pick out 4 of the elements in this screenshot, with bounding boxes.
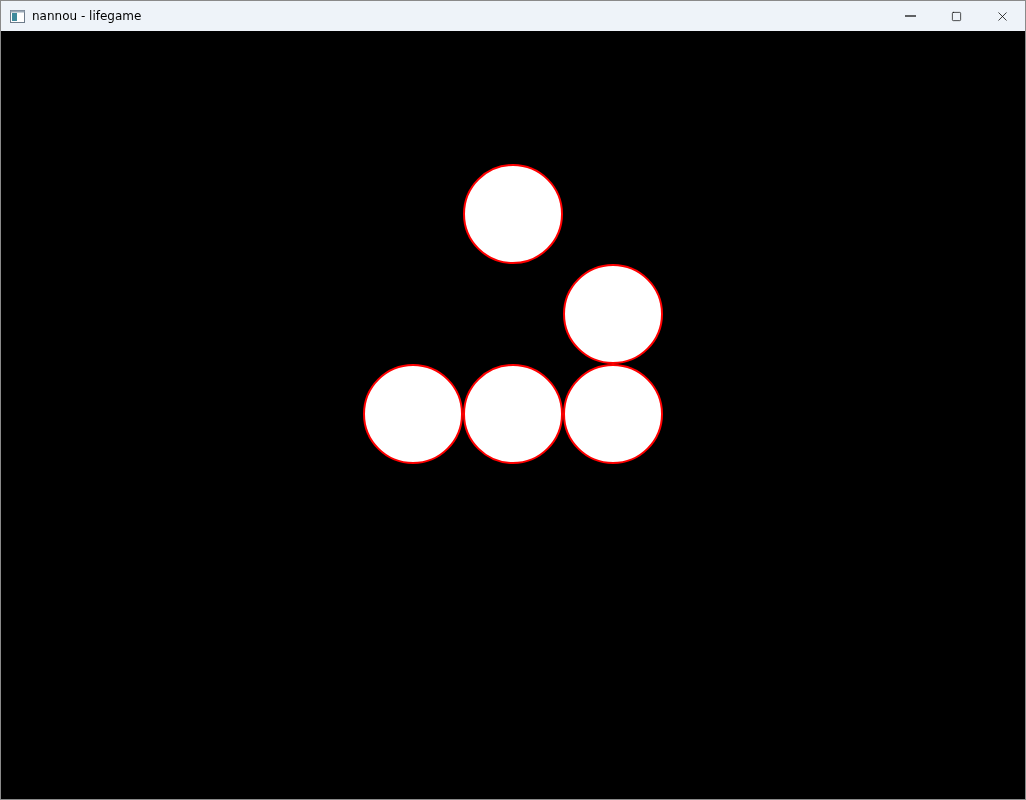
window-title: nannou - lifegame	[32, 8, 142, 25]
window-app-icon	[10, 9, 25, 23]
minimize-icon	[904, 15, 916, 17]
maximize-icon	[950, 10, 962, 22]
